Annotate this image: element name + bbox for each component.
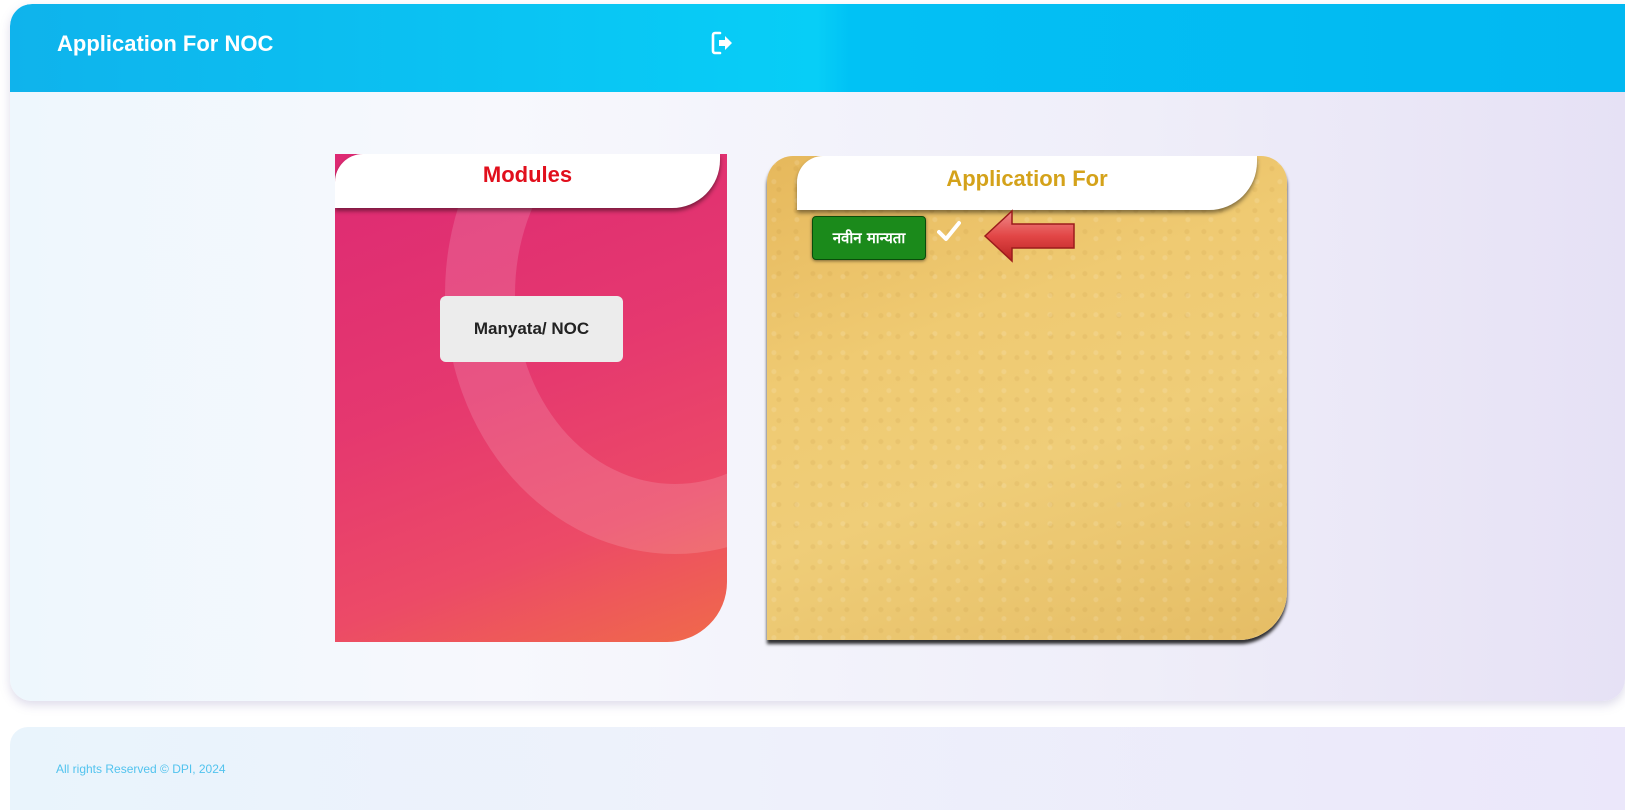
application-for-title: Application For: [946, 166, 1108, 191]
arrow-left-icon: [983, 209, 1075, 263]
modules-card-header: Modules: [335, 154, 720, 208]
module-button-manyata-noc[interactable]: Manyata/ NOC: [440, 296, 623, 362]
modules-card: Modules Manyata/ NOC: [335, 154, 727, 642]
page-title: Application For NOC: [57, 31, 274, 56]
header-bar: Application For NOC: [10, 4, 1625, 92]
header-right-section: [860, 4, 1625, 92]
main-panel: Application For NOC Modules Manyata/ NOC…: [10, 4, 1625, 701]
application-option-naveen-manyata[interactable]: नवीन मान्यता: [812, 216, 926, 260]
modules-title: Modules: [482, 162, 573, 187]
application-for-card-header: Application For: [797, 156, 1257, 210]
application-for-card: Application For नवीन मान्यता: [767, 156, 1287, 640]
check-icon: [937, 221, 961, 241]
logout-icon[interactable]: [710, 30, 736, 56]
footer: All rights Reserved © DPI, 2024: [10, 727, 1625, 810]
copyright-text: All rights Reserved © DPI, 2024: [56, 762, 226, 776]
